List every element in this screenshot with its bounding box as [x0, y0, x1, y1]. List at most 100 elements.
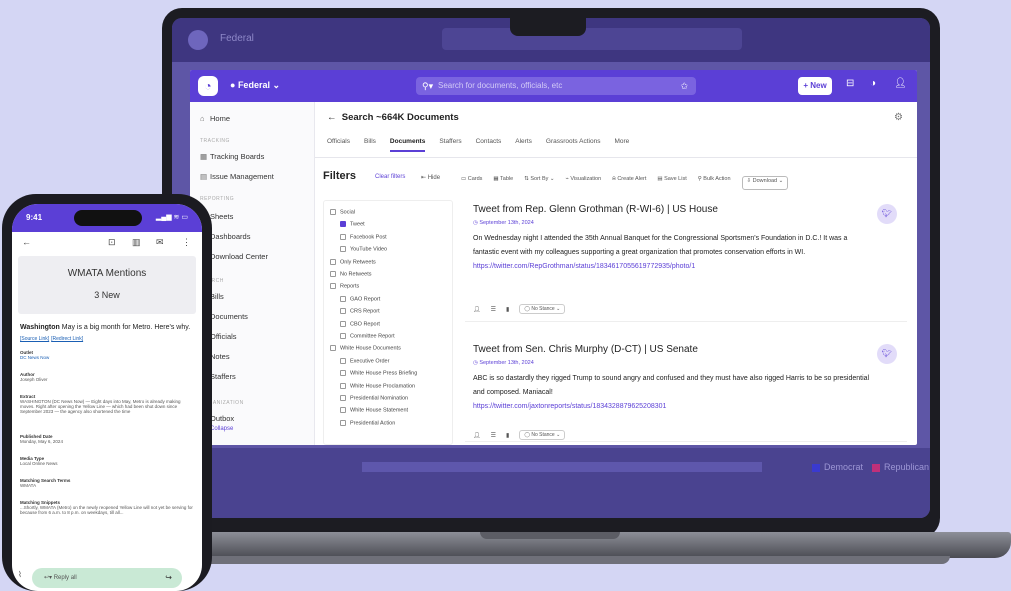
sort-by-button[interactable]: ⇅ Sort By ⌄: [524, 176, 554, 190]
tab-contacts[interactable]: Contacts: [476, 138, 502, 152]
sidebar-collapse-link[interactable]: Collapse: [210, 426, 233, 432]
filter-option[interactable]: GAO Report: [340, 295, 380, 302]
card-link[interactable]: https://twitter.com/RepGrothman/status/1…: [473, 263, 695, 270]
download-button[interactable]: ⇩ Download ⌄: [741, 176, 789, 190]
redirect-link[interactable]: [Redirect Link]: [51, 336, 83, 342]
stance-dropdown[interactable]: ◯ No Stance ⌄: [519, 304, 566, 314]
filter-option[interactable]: No Retweets: [330, 271, 372, 277]
email-field: Extract WASHINGTON (DC News Now) — Eight …: [20, 394, 196, 414]
archive-icon[interactable]: ⊡: [108, 237, 116, 248]
tab-grassroots-actions[interactable]: Grassroots Actions: [546, 138, 601, 152]
bulk-action-button[interactable]: ⚲ Bulk Action: [698, 176, 731, 190]
tab-officials[interactable]: Officials: [327, 138, 350, 152]
add-person-icon[interactable]: 👤︎: [473, 432, 481, 439]
checkbox[interactable]: [340, 233, 346, 240]
card-title[interactable]: Tweet from Sen. Chris Murphy (D-CT) | US…: [473, 344, 698, 355]
filter-option[interactable]: White House Proclamation: [340, 382, 415, 389]
document-card[interactable]: Tweet from Rep. Glenn Grothman (R-WI-6) …: [465, 198, 907, 322]
checkbox[interactable]: [340, 320, 346, 327]
mail-icon[interactable]: ✉: [156, 237, 164, 248]
app-logo[interactable]: ◔: [198, 76, 218, 96]
create-alert-button[interactable]: ⍾ Create Alert: [612, 176, 646, 190]
filter-option-label: White House Documents: [340, 345, 401, 352]
filter-option[interactable]: Social: [330, 209, 355, 215]
visualization-button[interactable]: ⌁ Visualization: [566, 176, 602, 190]
tab-bills[interactable]: Bills: [364, 138, 376, 152]
email-field: Matching Snippets ...Shortly, WMATA (Metr…: [20, 500, 196, 515]
checkbox[interactable]: [340, 382, 346, 389]
tab-documents[interactable]: Documents: [389, 138, 426, 152]
checkbox[interactable]: [340, 370, 346, 377]
stance-dropdown[interactable]: ◯ No Stance ⌄: [519, 430, 566, 440]
back-arrow-icon[interactable]: ←: [327, 112, 337, 123]
checkbox[interactable]: [340, 246, 346, 253]
checkbox[interactable]: [340, 357, 346, 364]
inbox-icon[interactable]: ⊟: [846, 78, 854, 89]
bookmark-icon[interactable]: ▮: [506, 306, 509, 313]
checkbox[interactable]: [340, 407, 346, 414]
checkbox[interactable]: [340, 295, 346, 302]
user-icon[interactable]: 👤︎: [894, 78, 907, 89]
more-icon[interactable]: ⋮: [182, 237, 191, 248]
checkbox[interactable]: [330, 345, 336, 352]
filter-option[interactable]: Facebook Post: [340, 233, 387, 241]
theme-icon[interactable]: ◑: [870, 78, 876, 89]
source-link[interactable]: [Source Link]: [20, 336, 49, 342]
tab-staffers[interactable]: Staffers: [439, 138, 461, 152]
filter-option[interactable]: CBO Report: [340, 320, 380, 327]
checkbox[interactable]: [330, 271, 336, 277]
tab-more[interactable]: More: [614, 138, 629, 152]
filter-option[interactable]: CRS Report: [340, 308, 380, 315]
sidebar-item-issue-management[interactable]: ▤ Issue Management: [200, 172, 274, 181]
bookmark-icon[interactable]: ▮: [506, 432, 509, 439]
filter-option[interactable]: YouTube Video: [340, 246, 387, 253]
checkbox[interactable]: [340, 395, 346, 401]
checkbox[interactable]: [330, 209, 336, 215]
list-icon[interactable]: ☰: [491, 432, 496, 439]
checkbox-checked[interactable]: [340, 221, 346, 228]
add-person-icon[interactable]: 👤︎: [473, 306, 481, 313]
reply-input[interactable]: ↩▾ Reply all ↪: [32, 568, 182, 588]
clear-filters-link[interactable]: Clear filters: [375, 174, 405, 180]
list-icon[interactable]: ☰: [491, 306, 496, 313]
card-link[interactable]: https://twitter.com/jaxtonreports/status…: [473, 403, 666, 410]
filter-option[interactable]: Only Retweets: [330, 258, 376, 265]
cards-view-button[interactable]: ▭ Cards: [461, 176, 482, 190]
card-title[interactable]: Tweet from Rep. Glenn Grothman (R-WI-6) …: [473, 204, 718, 215]
filter-option-label: Facebook Post: [350, 234, 387, 241]
checkbox[interactable]: [340, 333, 346, 339]
global-search-input[interactable]: ⚲▾ Search for documents, officials, etc …: [416, 77, 696, 95]
email-field-value[interactable]: DC News Now: [20, 355, 196, 360]
filter-option[interactable]: White House Statement: [340, 407, 408, 414]
home-icon: ⌂: [200, 114, 205, 123]
table-view-button[interactable]: ▦ Table: [493, 176, 513, 190]
filter-option[interactable]: Tweet: [340, 221, 365, 228]
filter-option[interactable]: Executive Order: [340, 357, 389, 364]
new-button[interactable]: + New: [798, 77, 832, 95]
filter-option[interactable]: Presidential Nomination: [340, 395, 408, 401]
email-field: Outlet DC News Now: [20, 350, 196, 360]
main-content: ← Search ~664K Documents ⚙ Officials Bil…: [315, 102, 917, 445]
filter-option[interactable]: White House Documents: [330, 345, 401, 352]
checkbox[interactable]: [340, 419, 346, 426]
favorite-icon[interactable]: ✩: [680, 77, 688, 95]
gear-icon[interactable]: ⚙: [894, 112, 903, 123]
save-list-button[interactable]: ▤ Save List: [657, 176, 686, 190]
attachment-icon[interactable]: ⌇: [18, 570, 22, 579]
forward-icon[interactable]: ↪: [165, 568, 172, 588]
tab-alerts[interactable]: Alerts: [515, 138, 532, 152]
checkbox[interactable]: [330, 258, 336, 265]
back-arrow-icon[interactable]: ←: [22, 237, 31, 247]
filter-option[interactable]: White House Press Briefing: [340, 370, 417, 377]
sidebar-item-tracking-boards[interactable]: ▦ Tracking Boards: [200, 152, 264, 161]
checkbox[interactable]: [330, 283, 336, 290]
filter-option[interactable]: Reports: [330, 283, 359, 290]
filter-option[interactable]: Committee Report: [340, 333, 395, 339]
sidebar-item-home[interactable]: ⌂ Home: [200, 114, 230, 123]
filter-option[interactable]: Presidential Action: [340, 419, 395, 426]
checkbox[interactable]: [340, 308, 346, 315]
delete-icon[interactable]: ▥: [132, 237, 141, 248]
document-card[interactable]: Tweet from Sen. Chris Murphy (D-CT) | US…: [465, 338, 907, 442]
workspace-selector[interactable]: ● Federal ⌄: [230, 80, 280, 91]
hide-filters-link[interactable]: ⇤ Hide: [421, 174, 440, 181]
